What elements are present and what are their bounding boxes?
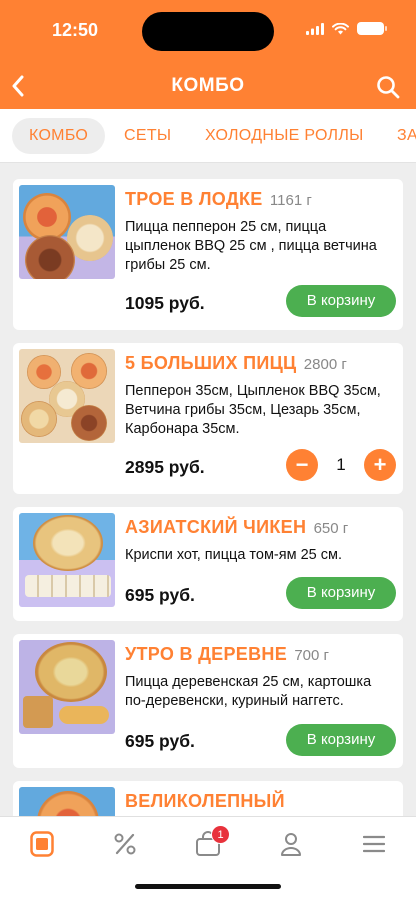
product-name: ТРОЕ В ЛОДКЕ [125,189,263,209]
product-price: 695 руб. [125,731,195,751]
add-to-cart-button[interactable]: В корзину [286,577,396,609]
quantity-value: 1 [336,455,346,474]
nav-menu-catalog[interactable] [28,830,56,858]
product-description: Криспи хот, пицца том-ям 25 см. [125,547,343,563]
tab-cold-rolls[interactable]: ХОЛОДНЫЕ РОЛЛЫ [205,118,364,154]
product-title: АЗИАТСКИЙ ЧИКЕН 650 г [125,517,395,538]
app-header: 12:50 КОМБО [0,0,416,109]
product-price: 2895 руб. [125,457,205,477]
nav-more[interactable] [360,830,388,858]
decrease-quantity-button[interactable]: − [286,449,318,481]
quantity-stepper: − 1 + [286,449,396,481]
product-description: Пепперон 35см, Цыпленок BBQ 35см, Ветчин… [125,383,381,437]
dynamic-island [142,12,274,51]
product-name: ВЕЛИКОЛЕПНЫЙ [125,791,285,811]
nav-promotions[interactable] [111,830,139,858]
cart-count-badge: 1 [211,825,230,844]
product-price: 695 руб. [125,585,195,605]
product-weight: 650 г [313,520,349,537]
product-title: ВЕЛИКОЛЕПНЫЙ [125,791,395,812]
signal-icon [306,22,324,35]
increase-quantity-button[interactable]: + [364,449,396,481]
status-icons [306,22,387,35]
search-button[interactable] [376,75,400,99]
search-icon [377,76,400,99]
product-image [19,513,115,607]
product-image [19,640,115,734]
product-image [19,185,115,279]
tab-next[interactable]: ЗА [397,118,416,154]
product-title: ТРОЕ В ЛОДКЕ 1161 г [125,189,395,210]
add-to-cart-button[interactable]: В корзину [286,285,396,317]
user-icon [281,833,301,856]
product-description: Пицца деревенская 25 см, картошка по-дер… [125,674,372,709]
status-time: 12:50 [52,20,99,40]
percent-icon [114,833,136,855]
product-weight: 1161 г [269,192,312,209]
product-card[interactable]: 5 БОЛЬШИХ ПИЦЦ 2800 г Пепперон 35см, Цып… [13,343,403,494]
product-image [19,349,115,443]
nav-profile[interactable] [277,830,305,858]
product-description: Пицца пепперон 25 см, пицца цыпленок BBQ… [125,219,377,273]
product-title: 5 БОЛЬШИХ ПИЦЦ 2800 г [125,353,395,374]
add-to-cart-button[interactable]: В корзину [286,724,396,756]
product-card[interactable]: ТРОЕ В ЛОДКЕ 1161 г Пицца пепперон 25 см… [13,179,403,330]
product-price: 1095 руб. [125,293,205,313]
wifi-icon [332,22,349,34]
tab-combo[interactable]: КОМБО [12,118,106,154]
page-title: КОМБО [171,75,245,96]
product-name: 5 БОЛЬШИХ ПИЦЦ [125,353,297,373]
category-tabs: КОМБО СЕТЫ ХОЛОДНЫЕ РОЛЛЫ ЗА [0,109,416,163]
battery-icon [357,22,387,35]
product-name: АЗИАТСКИЙ ЧИКЕН [125,517,307,537]
tab-sets[interactable]: СЕТЫ [124,118,171,154]
product-name: УТРО В ДЕРЕВНЕ [125,644,288,664]
product-card[interactable]: УТРО В ДЕРЕВНЕ 700 г Пицца деревенская 2… [13,634,403,768]
product-title: УТРО В ДЕРЕВНЕ 700 г [125,644,395,665]
catalog-icon [30,831,54,857]
product-weight: 2800 г [303,356,347,373]
home-indicator [135,884,281,889]
product-card[interactable]: АЗИАТСКИЙ ЧИКЕН 650 г Криспи хот, пицца … [13,507,403,621]
product-weight: 700 г [294,647,329,664]
menu-icon [363,835,385,853]
